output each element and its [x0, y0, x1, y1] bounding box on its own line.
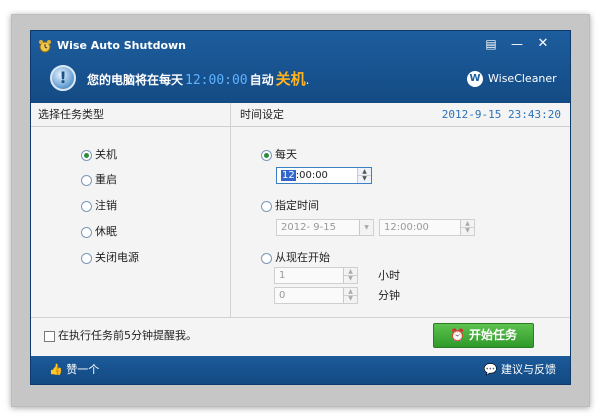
specific-time-spinner[interactable]: ▲ ▼ [460, 220, 474, 235]
footer-bar: 👍 赞一个 💬 建议与反馈 [31, 356, 570, 384]
radio-shutdown[interactable]: 关机 [81, 147, 117, 163]
thumbs-up-icon: 👍 [49, 363, 63, 376]
radio-daily[interactable]: 每天 [261, 147, 297, 163]
radio-label: 重启 [95, 173, 117, 186]
radio-dot [261, 252, 272, 264]
specific-time-input[interactable]: 12:00:00 ▲ ▼ [379, 219, 475, 236]
time-settings-label: 时间设定 [240, 108, 284, 121]
message-suffix: . [305, 73, 310, 87]
daily-time-input[interactable]: 12:00:00 ▲ ▼ [276, 167, 372, 184]
alarm-clock-icon [39, 40, 51, 53]
radio-dot [81, 149, 92, 161]
radio-dot [81, 252, 92, 264]
radio-restart[interactable]: 重启 [81, 172, 117, 188]
column-divider [230, 103, 231, 317]
radio-label: 指定时间 [275, 199, 319, 212]
daily-time-spinner[interactable]: ▲ ▼ [357, 168, 371, 183]
task-type-heading: 选择任务类型 [31, 103, 231, 127]
alarm-clock-icon: ⏰ [450, 328, 465, 342]
radio-label: 休眠 [95, 225, 117, 238]
minutes-spinner[interactable]: ▲ ▼ [343, 288, 357, 303]
message-action: 关机 [275, 70, 306, 88]
radio-label: 关机 [95, 148, 117, 161]
app-window: Wise Auto Shutdown ▤ — ✕ ! 您的电脑将在每天 12:00… [30, 30, 571, 385]
specific-date-value: 2012- 9-15 [281, 222, 336, 233]
feedback-label: 建议与反馈 [501, 363, 556, 376]
radio-power-off[interactable]: 关闭电源 [81, 250, 139, 266]
hours-unit: 小时 [378, 269, 400, 282]
radio-dot [261, 149, 272, 161]
time-settings-heading: 时间设定 2012-9-15 23:43:20 [231, 103, 570, 127]
brand-label: WiseCleaner [488, 72, 557, 85]
schedule-message: 您的电脑将在每天 12:00:00 自动 关机. [87, 69, 310, 89]
time-rest: :00:00 [295, 170, 328, 181]
start-task-label: 开始任务 [468, 328, 517, 342]
app-title: Wise Auto Shutdown [57, 39, 186, 52]
feedback-link[interactable]: 💬 建议与反馈 [484, 356, 556, 384]
message-time: 12:00:00 [185, 73, 248, 88]
minutes-input[interactable]: 0 ▲ ▼ [274, 287, 358, 304]
bottom-divider [31, 317, 570, 318]
spin-down-icon[interactable]: ▼ [344, 275, 357, 282]
start-task-button[interactable]: ⏰ 开始任务 [433, 323, 534, 348]
message-prefix: 您的电脑将在每天 [87, 73, 184, 87]
radio-sleep[interactable]: 休眠 [81, 224, 117, 240]
remind-label: 在执行任务前5分钟提醒我。 [58, 329, 197, 342]
close-button[interactable]: ✕ [532, 35, 554, 53]
specific-time-value: 12:00:00 [384, 222, 429, 233]
hours-value: 1 [279, 270, 286, 281]
hours-input[interactable]: 1 ▲ ▼ [274, 267, 358, 284]
time-hour-selected: 12 [281, 170, 296, 181]
date-dropdown[interactable]: ▼ [359, 220, 373, 235]
radio-specific-time[interactable]: 指定时间 [261, 198, 319, 214]
current-datetime: 2012-9-15 23:43:20 [441, 108, 561, 121]
spin-down-icon[interactable]: ▼ [358, 175, 371, 182]
message-mid: 自动 [249, 73, 274, 87]
wisecleaner-link[interactable]: W WiseCleaner [467, 70, 557, 88]
radio-dot [81, 174, 92, 186]
radio-logoff[interactable]: 注销 [81, 198, 117, 214]
specific-date-picker[interactable]: 2012- 9-15 ▼ [276, 219, 374, 236]
minutes-unit: 分钟 [378, 289, 400, 302]
title-bar: Wise Auto Shutdown ▤ — ✕ ! 您的电脑将在每天 12:00… [31, 31, 570, 103]
like-label: 赞一个 [66, 363, 100, 376]
spin-down-icon[interactable]: ▼ [344, 295, 357, 302]
minutes-value: 0 [279, 290, 286, 301]
menu-button[interactable]: ▤ [480, 35, 502, 53]
radio-label: 注销 [95, 199, 117, 212]
radio-label: 关闭电源 [95, 251, 139, 264]
radio-from-now[interactable]: 从现在开始 [261, 250, 330, 266]
radio-label: 从现在开始 [275, 251, 330, 264]
remind-checkbox[interactable]: 在执行任务前5分钟提醒我。 [44, 328, 197, 344]
radio-dot [261, 200, 272, 212]
speech-bubble-icon: 💬 [483, 363, 498, 376]
radio-label: 每天 [275, 148, 297, 161]
spin-down-icon[interactable]: ▼ [461, 227, 474, 234]
like-link[interactable]: 👍 赞一个 [49, 356, 99, 384]
exclamation-icon: ! [50, 65, 76, 91]
minimize-button[interactable]: — [506, 35, 528, 53]
chevron-down-icon: ▼ [364, 224, 369, 231]
hours-spinner[interactable]: ▲ ▼ [343, 268, 357, 283]
radio-dot [81, 226, 92, 238]
radio-dot [81, 200, 92, 212]
wisecleaner-logo-icon: W [467, 71, 483, 87]
checkbox-box [44, 330, 55, 342]
